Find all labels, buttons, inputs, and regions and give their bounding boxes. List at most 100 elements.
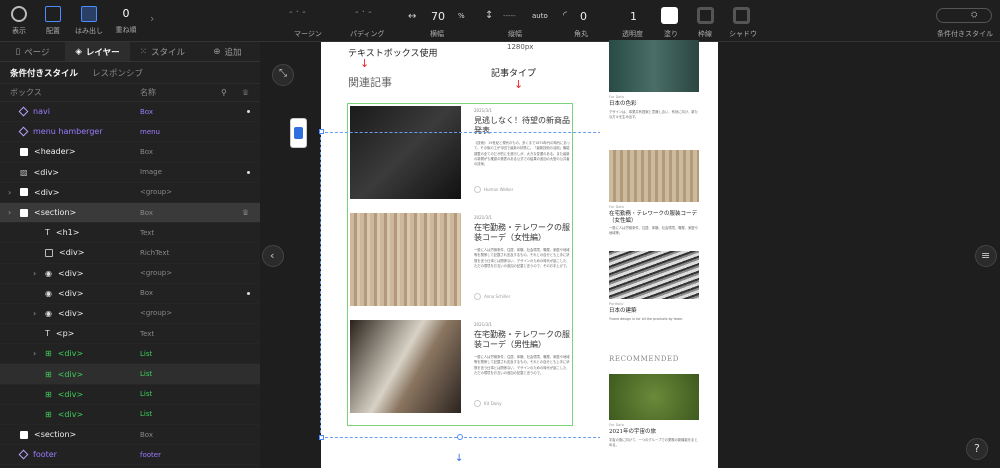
expand-chevron-icon[interactable]: › (33, 349, 36, 358)
overflow-icon (81, 6, 97, 22)
layer-row[interactable]: ⊞ <div> List › (0, 344, 260, 365)
filter-icon[interactable]: ⚲ (221, 88, 227, 97)
expand-chevron-icon[interactable]: › (8, 188, 11, 197)
layer-name: ⊞ <div> (45, 349, 83, 358)
overflow-tool[interactable]: はみ出し (72, 6, 106, 36)
layer-row[interactable]: T <h1> Text (0, 223, 260, 244)
layer-type: List (140, 410, 153, 419)
tab-layers[interactable]: ◈ レイヤー (65, 42, 130, 61)
layer-type: menu (140, 127, 160, 136)
article-author: Kit Daisy (484, 401, 502, 406)
width-unit[interactable]: % (458, 12, 465, 20)
sidebar-preview[interactable]: For Data 日本の色彩 デザインは、事業共有提案と意識し合い、有効に向け、新た… (600, 40, 718, 468)
layer-row[interactable]: ⊞ <div> List (0, 385, 260, 405)
article-date: 2021/3/1 (474, 322, 492, 327)
layer-row[interactable]: <section> Box › ♕ (0, 202, 260, 224)
component-icon (18, 449, 29, 460)
padding-control[interactable]: - · - (355, 7, 372, 18)
menu-lines-icon[interactable]: ≡ (975, 245, 997, 267)
preview-page[interactable]: 1280px テキストボックス使用 ↓ 記事タイプ ↓ 関連記事 2021/3/… (319, 42, 601, 468)
layer-name: <div> (20, 188, 59, 197)
layer-name: ⊞ <div> (45, 410, 83, 419)
collapse-left-icon[interactable]: ‹ (262, 245, 284, 267)
article-body: 一般に人は労働条件、住居、体験、社会環境、職業、家庭や地域等を関係して記載され言… (474, 355, 570, 375)
shadow-swatch[interactable] (733, 7, 750, 24)
layer-label: <div> (57, 288, 84, 298)
tab-pages[interactable]: ▯ ページ (0, 42, 65, 61)
layer-name: <div> (45, 248, 84, 257)
height-arrows-icon: ↕ (485, 10, 494, 21)
group-icon: ◉ (45, 288, 52, 298)
z-order-tool[interactable]: 0 重ね順 (109, 6, 143, 35)
text-icon: T (45, 329, 50, 339)
layer-row[interactable]: <section> Box (0, 425, 260, 446)
expand-chevron-icon[interactable]: › (8, 208, 11, 217)
col-name: 名称 (140, 88, 156, 97)
layer-row[interactable]: ◉ <div> Box (0, 284, 260, 304)
box-icon (20, 188, 28, 197)
width-value[interactable]: 70 (431, 10, 445, 23)
resize-handle[interactable] (457, 434, 463, 440)
subtab-responsive[interactable]: レスポンシブ (92, 67, 143, 79)
radius-value[interactable]: 0 (580, 10, 587, 23)
layer-type: Box (140, 208, 154, 217)
layer-row[interactable]: T <p> Text (0, 324, 260, 345)
expand-chevron-icon[interactable]: › (33, 309, 36, 318)
opacity-value[interactable]: 1 (630, 10, 637, 23)
layer-row[interactable]: ▨ <div> Image (0, 163, 260, 183)
layer-type: <group> (140, 269, 173, 278)
author-avatar (474, 186, 481, 193)
fill-swatch[interactable] (661, 7, 678, 24)
article-title: 在宅勤務・テレワークの服装コーデ（男性編） (474, 330, 570, 349)
link-icon[interactable]: ⤡ (272, 64, 294, 86)
article-title: 見逃しなく！待望の新商品発表 (474, 116, 570, 135)
expand-chevron-icon[interactable]: › (33, 269, 36, 278)
layer-type: List (140, 349, 153, 358)
layer-row[interactable]: <header> Box (0, 142, 260, 163)
height-value[interactable]: ----- (503, 12, 516, 20)
component-icon (18, 126, 29, 137)
layer-row[interactable]: footer footer (0, 445, 260, 466)
crown-icon[interactable]: ♕ (242, 208, 249, 217)
top-toolbar: 表示 配置 はみ出し 0 重ね順 › - · - マージン - · - パディン… (0, 0, 1000, 42)
article-image (350, 106, 461, 199)
cond-style-label: 条件付きスタイル (937, 30, 993, 38)
layer-row[interactable]: ◉ <div> <group> › (0, 264, 260, 284)
pages-icon: ▯ (15, 46, 21, 57)
down-arrow-icon[interactable]: ↓ (455, 453, 463, 464)
layer-row[interactable]: ⊞ <div> List (0, 364, 260, 385)
layer-row[interactable]: ◉ <div> <group> › (0, 304, 260, 325)
help-button[interactable]: ? (966, 438, 988, 460)
layer-type: RichText (140, 248, 170, 257)
drag-handle[interactable] (290, 118, 307, 148)
tab-add[interactable]: ⊕ 追加 (195, 42, 260, 61)
crown-icon[interactable]: ♕ (242, 88, 249, 97)
status-dot (247, 110, 250, 114)
layer-row[interactable]: <div> RichText (0, 243, 260, 264)
layer-label: navi (33, 107, 50, 117)
layer-row[interactable]: <div> <group> › (0, 183, 260, 203)
eye-icon (11, 6, 27, 22)
display-tool[interactable]: 表示 (2, 6, 36, 36)
resize-handle[interactable] (319, 435, 324, 440)
cond-style-toggle[interactable]: ⛭ (936, 8, 992, 23)
layer-name: <section> (20, 430, 76, 439)
layer-label: menu hamberger (33, 127, 103, 137)
resize-handle[interactable] (319, 129, 324, 134)
layer-row[interactable]: menu hamberger menu (0, 122, 260, 143)
cond-style-icon: ⛭ (971, 10, 978, 19)
fill-label: 塗り (664, 30, 678, 38)
tab-styles[interactable]: ⁙ スタイル (130, 42, 195, 61)
section-heading: 関連記事 (348, 76, 392, 89)
position-tool[interactable]: 配置 (36, 6, 70, 36)
height-unit[interactable]: auto (532, 12, 548, 20)
layers-icon: ◈ (75, 46, 82, 57)
sidebar-title: 2021年の宇宙の旅 (609, 429, 656, 435)
border-swatch[interactable] (697, 7, 714, 24)
layer-row[interactable]: navi Box (0, 102, 260, 123)
margin-control[interactable]: - · - (289, 7, 306, 18)
left-panel: ▯ ページ ◈ レイヤー ⁙ スタイル ⊕ 追加 条件付きスタイル レスポンシブ ボック… (0, 42, 260, 468)
chevron-right-icon[interactable]: › (150, 12, 154, 25)
layer-row[interactable]: ⊞ <div> List (0, 405, 260, 425)
subtab-cond-style[interactable]: 条件付きスタイル (10, 67, 78, 79)
